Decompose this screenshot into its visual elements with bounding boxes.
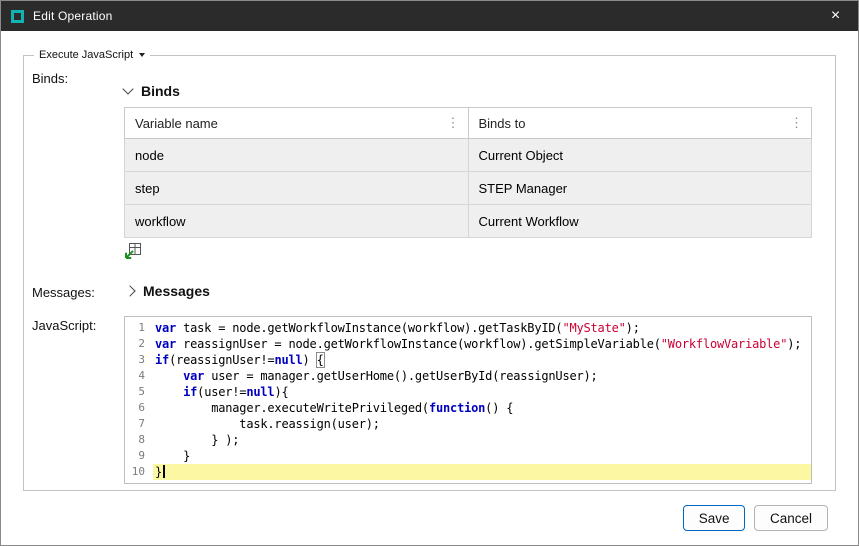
bind-target-cell[interactable]: STEP Manager [468,172,812,205]
code-line[interactable]: 9 } [125,448,811,464]
bind-variable-cell[interactable]: node [125,139,469,172]
bind-row[interactable]: nodeCurrent Object [125,139,812,172]
code-text: } ); [153,432,811,448]
messages-section-toggle[interactable]: Messages [124,283,210,299]
javascript-row: JavaScript: 1var task = node.getWorkflow… [32,316,827,484]
code-text: task.reassign(user); [153,416,811,432]
binds-table: Variable name ⋮ Binds to ⋮ [124,107,812,238]
line-number: 7 [125,416,153,432]
dialog-content: Execute JavaScript Binds: Binds [1,31,858,546]
code-line[interactable]: 7 task.reassign(user); [125,416,811,432]
code-text: var task = node.getWorkflowInstance(work… [153,320,811,336]
code-line[interactable]: 2var reassignUser = node.getWorkflowInst… [125,336,811,352]
code-text: manager.executeWritePrivileged(function(… [153,400,811,416]
line-number: 9 [125,448,153,464]
operation-group: Execute JavaScript Binds: Binds [23,49,836,491]
dialog-buttons: Save Cancel [683,505,828,531]
save-button[interactable]: Save [683,505,745,531]
cancel-button[interactable]: Cancel [754,505,828,531]
column-header-label: Binds to [479,116,526,131]
line-number: 5 [125,384,153,400]
binds-section-title: Binds [141,83,180,99]
window-title: Edit Operation [33,9,113,23]
javascript-editor[interactable]: 1var task = node.getWorkflowInstance(wor… [124,316,812,484]
bind-row[interactable]: workflowCurrent Workflow [125,205,812,238]
code-text: } [153,464,811,480]
messages-content: Messages [124,283,210,299]
chevron-right-icon [124,285,135,296]
code-line[interactable]: 10} [125,464,811,480]
bind-variable-cell[interactable]: workflow [125,205,469,238]
bind-target-cell[interactable]: Current Object [468,139,812,172]
messages-label: Messages: [32,283,124,300]
line-number: 6 [125,400,153,416]
chevron-down-icon [122,83,133,94]
code-line[interactable]: 5 if(user!=null){ [125,384,811,400]
operation-type-label: Execute JavaScript [39,49,133,61]
binds-section-toggle[interactable]: Binds [124,83,812,99]
code-line[interactable]: 8 } ); [125,432,811,448]
messages-section-title: Messages [143,283,210,299]
code-text: var user = manager.getUserHome().getUser… [153,368,811,384]
add-bind-icon[interactable] [124,242,142,260]
line-number: 4 [125,368,153,384]
code-text: if(user!=null){ [153,384,811,400]
code-line[interactable]: 4 var user = manager.getUserHome().getUs… [125,368,811,384]
binds-content: Binds Variable name ⋮ [124,69,812,265]
code-text: var reassignUser = node.getWorkflowInsta… [153,336,811,352]
column-menu-icon[interactable]: ⋮ [445,115,462,131]
bind-row[interactable]: stepSTEP Manager [125,172,812,205]
line-number: 10 [125,464,153,480]
text-cursor [163,465,165,478]
column-header-binds-to[interactable]: Binds to ⋮ [468,108,812,139]
code-line[interactable]: 3if(reassignUser!=null) { [125,352,811,368]
line-number: 2 [125,336,153,352]
titlebar[interactable]: Edit Operation × [1,1,858,31]
line-number: 8 [125,432,153,448]
line-number: 3 [125,352,153,368]
code-text: if(reassignUser!=null) { [153,352,811,368]
binds-label: Binds: [32,69,124,86]
column-header-label: Variable name [135,116,218,131]
code-text: } [153,448,811,464]
javascript-label: JavaScript: [32,316,124,333]
code-line[interactable]: 6 manager.executeWritePrivileged(functio… [125,400,811,416]
edit-operation-dialog: Edit Operation × Execute JavaScript Bind… [0,0,859,546]
caret-down-icon [139,53,145,57]
close-button[interactable]: × [813,1,858,31]
operation-type-dropdown[interactable]: Execute JavaScript [34,49,150,61]
bind-variable-cell[interactable]: step [125,172,469,205]
column-header-variable-name[interactable]: Variable name ⋮ [125,108,469,139]
bind-target-cell[interactable]: Current Workflow [468,205,812,238]
app-icon [11,10,24,23]
code-line[interactable]: 1var task = node.getWorkflowInstance(wor… [125,320,811,336]
column-menu-icon[interactable]: ⋮ [788,115,805,131]
messages-row: Messages: Messages [32,283,827,300]
binds-row: Binds: Binds Variable name ⋮ [32,69,827,265]
line-number: 1 [125,320,153,336]
